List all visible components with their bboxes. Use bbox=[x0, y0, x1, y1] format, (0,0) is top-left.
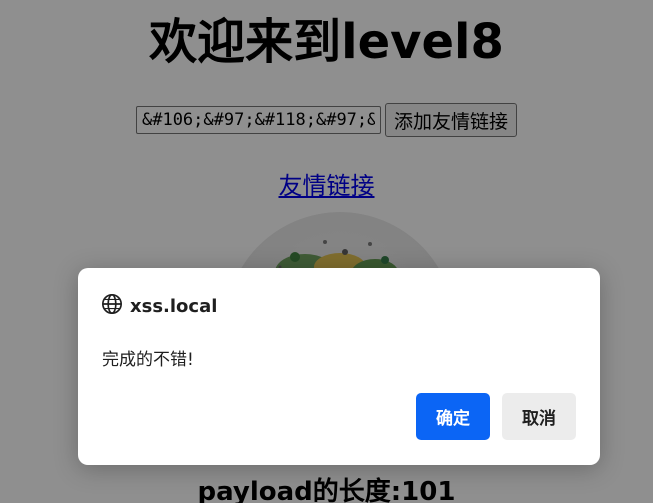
globe-icon bbox=[101, 293, 123, 319]
cancel-button[interactable]: 取消 bbox=[502, 393, 576, 440]
alert-dialog: xss.local 完成的不错! 确定 取消 bbox=[78, 268, 600, 465]
browser-viewport: 欢迎来到level8 添加友情链接 友情链接 bbox=[0, 0, 653, 503]
dialog-message: 完成的不错! bbox=[102, 350, 194, 370]
dialog-origin: xss.local bbox=[130, 295, 218, 317]
ok-button[interactable]: 确定 bbox=[416, 393, 490, 440]
dialog-header: xss.local bbox=[101, 293, 217, 319]
